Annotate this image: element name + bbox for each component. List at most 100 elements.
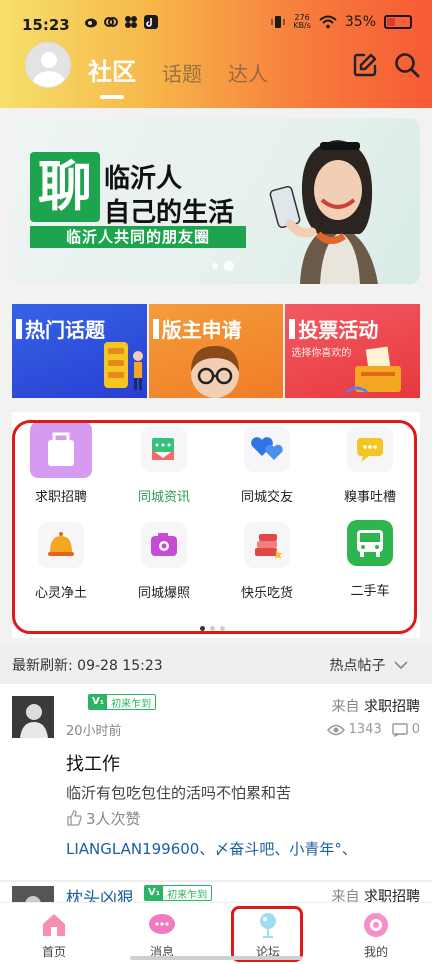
nav-profile[interactable]: 我的 (336, 911, 416, 960)
comment-count: 0 (411, 722, 420, 737)
nav-home[interactable]: 首页 (14, 911, 94, 960)
forum-icon (253, 911, 283, 939)
bottom-nav: 首页 消息 论坛 我的 (0, 902, 432, 964)
gesture-bar[interactable] (130, 956, 302, 960)
badge-text: 初来乍到 (167, 889, 208, 901)
news-icon (141, 426, 187, 472)
banner-big-char: 聊 (30, 152, 100, 222)
post-title: 找工作 (66, 754, 120, 775)
link-icon (104, 17, 118, 27)
banner-strip: 临沂人共同的朋友圈 (30, 226, 246, 248)
briefcase-icon (30, 422, 92, 478)
post-card[interactable]: 枕头凶狠 V₁ 初来乍到 来自 求职招聘 (0, 880, 432, 902)
status-bar: 15:23 276 KB/s 35% (0, 0, 432, 44)
status-time: 15:23 (22, 16, 70, 34)
home-icon (39, 911, 69, 939)
bus-icon (347, 520, 393, 566)
badge-level: V₁ (145, 886, 164, 900)
banner-line1: 临沂人 (104, 164, 183, 194)
tab-community[interactable]: 社区 (88, 52, 136, 99)
net-speed: 276 KB/s (293, 14, 311, 30)
grid-item-used-cars[interactable]: 二手车 (320, 520, 420, 599)
grid-label: 糗事吐槽 (343, 490, 396, 505)
post-likers[interactable]: LIANGLAN199600、〆奋斗吧、小青年°、 (66, 838, 357, 859)
from-board: 求职招聘 (364, 889, 420, 902)
ballot-box-icon (346, 346, 402, 394)
grid-label: 二手车 (350, 584, 390, 599)
nav-messages[interactable]: 消息 (122, 911, 202, 960)
badge-level: V₁ (89, 695, 108, 709)
grid-pager (200, 626, 225, 631)
top-header: 15:23 276 KB/s 35% 社区 话题 达人 (0, 0, 432, 108)
post-body: 临沂有包吃包住的活吗不怕累和苦 (66, 784, 292, 802)
sort-dropdown[interactable]: 热点帖子 (330, 655, 408, 675)
banner-pager (212, 261, 234, 271)
grid-label: 快乐吃货 (240, 586, 293, 601)
header-tabs: 社区 话题 达人 (88, 52, 268, 99)
from-board: 求职招聘 (364, 699, 420, 715)
promo-vote-event[interactable]: 投票活动 选择你喜欢的 (285, 304, 421, 398)
promo-hot-topics[interactable]: 热门话题 (12, 304, 147, 398)
grid-label: 同城交友 (240, 490, 293, 505)
post-author-avatar[interactable] (12, 886, 54, 902)
message-icon (147, 911, 177, 939)
camera-icon (141, 522, 187, 568)
user-level-badge: V₁ 初来乍到 (88, 694, 157, 710)
banner-carousel[interactable]: 聊 临沂人 自己的生活 临沂人共同的朋友圈 (12, 118, 420, 284)
comment-icon (392, 722, 408, 737)
vibrate-icon (271, 16, 285, 28)
promo-subtitle: 选择你喜欢的 (291, 348, 352, 359)
grid-label: 求职招聘 (34, 490, 87, 505)
grid-item-mindfulness[interactable]: 心灵净土 (11, 522, 111, 601)
user-avatar[interactable] (25, 42, 71, 88)
profile-icon (361, 911, 391, 939)
nav-forum[interactable]: 论坛 (228, 911, 308, 960)
tab-topics[interactable]: 话题 (162, 58, 202, 87)
grid-label: 同城资讯 (137, 490, 190, 505)
grid-label: 同城爆照 (137, 586, 190, 601)
promo-title: 热门话题 (25, 318, 105, 342)
post-card[interactable]: V₁ 初来乍到 来自 求职招聘 20小时前 1343 0 找工作 临沂有包吃包住的… (0, 684, 432, 880)
promo-moderator-apply[interactable]: 版主申请 (148, 304, 284, 398)
grid-item-jobs[interactable]: 求职招聘 (11, 422, 111, 505)
nav-label: 我的 (363, 945, 388, 959)
post-author-avatar[interactable] (12, 696, 54, 738)
post-source[interactable]: 来自 求职招聘 (332, 886, 420, 902)
from-label: 来自 (331, 699, 360, 715)
battery-icon (384, 15, 412, 29)
grid-item-complaints[interactable]: 糗事吐槽 (320, 426, 420, 505)
grid-item-photos[interactable]: 同城爆照 (114, 522, 214, 601)
bell-icon (38, 522, 84, 568)
user-level-badge: V₁ 初来乍到 (144, 885, 213, 901)
edit-icon[interactable] (352, 52, 378, 78)
trophy-icon (104, 342, 143, 390)
post-author-name[interactable]: 枕头凶狠 (66, 884, 134, 902)
grid-item-foodies[interactable]: 快乐吃货 (217, 522, 317, 601)
view-count: 1343 (348, 722, 382, 737)
thumbs-up-icon (67, 810, 82, 826)
promo-row: 热门话题 版主申请 投票活动 选择你喜欢的 (12, 304, 421, 398)
nav-label: 首页 (41, 945, 66, 959)
grid-item-dating[interactable]: 同城交友 (217, 426, 317, 505)
refresh-bar: 最新刷新: 09-28 15:23 热点帖子 (0, 642, 432, 684)
grid-item-local-news[interactable]: 同城资讯 (114, 426, 214, 505)
eye-icon (326, 724, 345, 735)
post-source[interactable]: 来自 求职招聘 (332, 696, 420, 716)
cake-icon (244, 522, 290, 568)
sort-label: 热点帖子 (329, 658, 386, 674)
glasses-man-icon (190, 346, 239, 398)
net-speed-unit: KB/s (293, 21, 311, 30)
chevron-down-icon (394, 661, 408, 670)
promo-title: 投票活动 (298, 318, 379, 342)
grid-label: 心灵净土 (34, 586, 87, 601)
search-icon[interactable] (394, 52, 420, 78)
tab-experts[interactable]: 达人 (228, 58, 268, 87)
badge-text: 初来乍到 (111, 698, 152, 710)
banner-person-image (269, 140, 378, 284)
weibo-icon (85, 18, 97, 28)
tiktok-icon (144, 15, 158, 29)
hearts-icon (244, 426, 290, 472)
chat-icon (347, 426, 393, 472)
status-app-icons (84, 15, 158, 29)
post-likes[interactable]: 3人次赞 (66, 808, 141, 829)
